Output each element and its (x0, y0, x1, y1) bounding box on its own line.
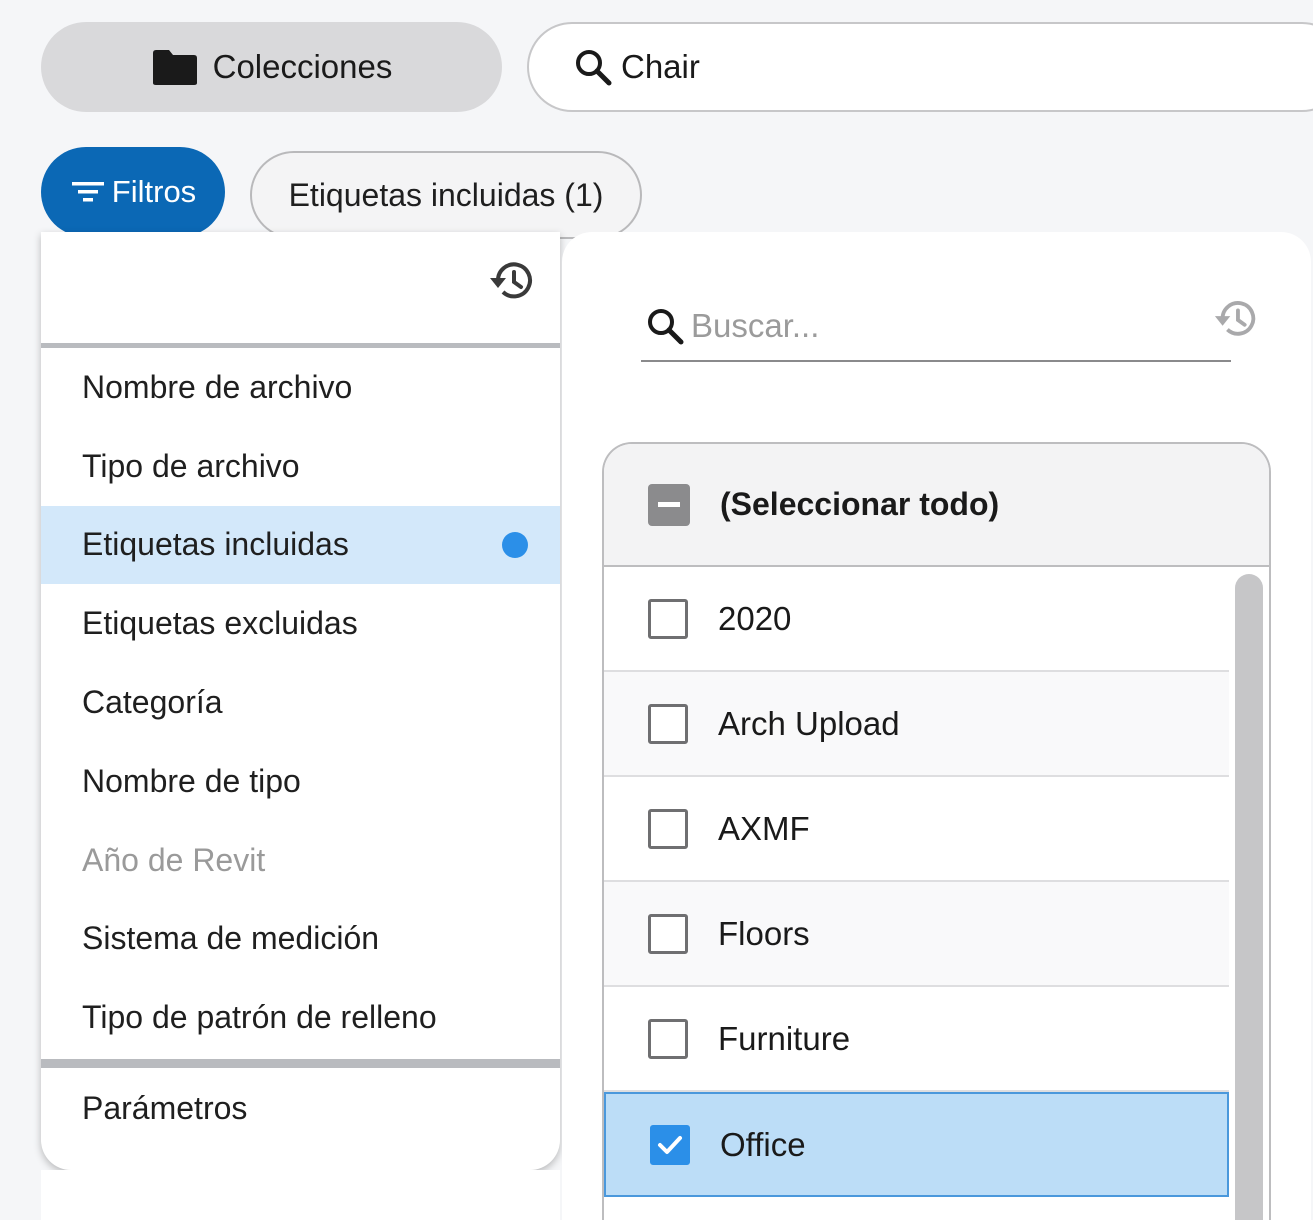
folder-icon (152, 50, 197, 85)
list-item[interactable]: Arch Upload (604, 672, 1229, 777)
option-checkbox-checked[interactable] (650, 1124, 690, 1165)
option-checkbox[interactable] (648, 598, 688, 639)
select-all-checkbox[interactable] (648, 483, 690, 526)
option-checkbox[interactable] (648, 1018, 688, 1059)
options-list: (Seleccionar todo) 2020 Arch Upload AXMF… (602, 442, 1271, 1220)
filter-category-list: Nombre de archivo Tipo de archivo Etique… (41, 348, 560, 1057)
panel-toolbar (41, 232, 560, 348)
filter-options-panel: Buscar... (Seleccionar todo) 2020 Arch U… (562, 232, 1311, 1220)
option-checkbox[interactable] (648, 808, 688, 849)
search-input[interactable]: Chair (527, 22, 1313, 112)
menu-item-parametros[interactable]: Parámetros (41, 1068, 560, 1148)
menu-item-label: Categoría (82, 684, 223, 721)
collections-button[interactable]: Colecciones (41, 22, 502, 112)
menu-item-label: Nombre de tipo (82, 762, 301, 799)
menu-item-label: Etiquetas incluidas (82, 526, 349, 563)
scrollbar[interactable] (1235, 574, 1263, 1220)
menu-item-etiquetas-incluidas[interactable]: Etiquetas incluidas (41, 505, 560, 585)
menu-item-tipo-archivo[interactable]: Tipo de archivo (41, 427, 560, 506)
select-all-row[interactable]: (Seleccionar todo) (604, 444, 1269, 567)
history-reset-icon[interactable] (488, 258, 538, 304)
filter-category-panel: Nombre de archivo Tipo de archivo Etique… (41, 232, 560, 1170)
menu-item-nombre-tipo[interactable]: Nombre de tipo (41, 742, 560, 821)
options-search-field[interactable]: Buscar... (641, 292, 1256, 362)
history-icon[interactable] (1213, 296, 1261, 342)
filters-button[interactable]: Filtros (41, 147, 225, 237)
option-label: AXMF (718, 809, 810, 847)
menu-item-etiquetas-excluidas[interactable]: Etiquetas excluidas (41, 584, 560, 663)
option-label: Furniture (718, 1019, 851, 1057)
option-label: Office (720, 1125, 806, 1163)
menu-item-label: Año de Revit (82, 841, 266, 878)
chip-label: Etiquetas incluidas (1) (288, 176, 604, 213)
active-filter-dot (502, 531, 528, 558)
search-value[interactable]: Chair (621, 48, 700, 86)
filters-label: Filtros (111, 174, 197, 209)
search-icon (576, 50, 612, 86)
menu-item-label: Etiquetas excluidas (82, 605, 358, 642)
panel-bottom-background (41, 1170, 560, 1220)
checkmark-icon (658, 1135, 682, 1154)
menu-divider (41, 1059, 560, 1069)
list-item[interactable]: 2020 (604, 567, 1229, 672)
filter-icon (71, 182, 104, 202)
menu-item-label: Nombre de archivo (82, 368, 353, 405)
search-icon (648, 309, 684, 345)
list-item[interactable]: Floors (604, 882, 1229, 987)
active-filter-chip[interactable]: Etiquetas incluidas (1) (250, 151, 642, 239)
option-checkbox[interactable] (648, 913, 688, 954)
menu-item-label: Sistema de medición (82, 920, 380, 957)
list-item[interactable]: AXMF (604, 777, 1229, 882)
select-all-label: (Seleccionar todo) (720, 486, 1000, 522)
option-label: 2020 (718, 599, 792, 637)
menu-item-tipo-patron-relleno[interactable]: Tipo de patrón de relleno (41, 978, 560, 1057)
menu-item-label: Tipo de archivo (82, 447, 300, 484)
list-item-selected[interactable]: Office (604, 1092, 1229, 1197)
options-rows: 2020 Arch Upload AXMF Floors Furniture O… (604, 567, 1229, 1197)
menu-item-label: Tipo de patrón de relleno (82, 999, 437, 1036)
collections-label: Colecciones (212, 48, 393, 85)
menu-item-nombre-archivo[interactable]: Nombre de archivo (41, 348, 560, 427)
menu-item-label: Parámetros (82, 1089, 248, 1126)
menu-item-ano-revit: Año de Revit (41, 821, 560, 900)
option-label: Arch Upload (718, 704, 900, 742)
options-search-placeholder: Buscar... (691, 307, 820, 344)
menu-item-categoria[interactable]: Categoría (41, 663, 560, 742)
menu-item-sistema-medicion[interactable]: Sistema de medición (41, 900, 560, 979)
option-checkbox[interactable] (648, 703, 688, 744)
list-item[interactable]: Furniture (604, 987, 1229, 1092)
option-label: Floors (718, 914, 810, 952)
